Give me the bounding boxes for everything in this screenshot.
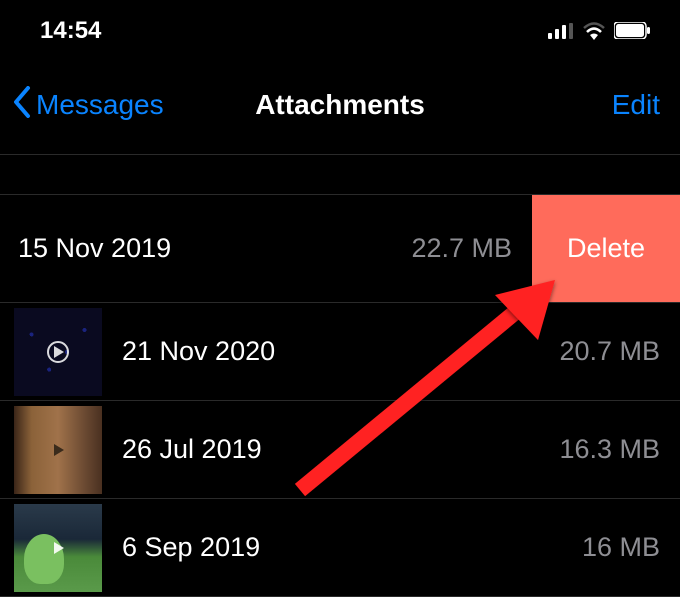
delete-button[interactable]: Delete <box>532 195 680 302</box>
attachment-size: 16.3 MB <box>559 434 660 465</box>
cellular-icon <box>548 23 574 39</box>
attachment-date: 6 Sep 2019 <box>122 532 562 563</box>
back-button[interactable]: Messages <box>12 86 164 124</box>
play-icon <box>48 440 68 460</box>
back-label: Messages <box>36 89 164 121</box>
attachment-row[interactable]: 26 Jul 2019 16.3 MB <box>0 401 680 499</box>
page-title: Attachments <box>255 89 425 121</box>
attachment-date: 26 Jul 2019 <box>122 434 539 465</box>
attachment-size: 20.7 MB <box>559 336 660 367</box>
status-bar: 14:54 <box>0 0 680 56</box>
attachment-row[interactable]: 6 Sep 2019 16 MB <box>0 499 680 597</box>
attachment-list: 21 Nov 2020 20.7 MB 26 Jul 2019 16.3 MB … <box>0 303 680 597</box>
attachment-thumbnail <box>14 406 102 494</box>
chevron-left-icon <box>12 86 32 124</box>
attachment-size: 22.7 MB <box>411 233 512 264</box>
battery-icon <box>614 22 650 39</box>
delete-label: Delete <box>567 233 645 264</box>
attachment-date: 15 Nov 2019 <box>18 233 171 264</box>
nav-bar: Messages Attachments Edit <box>0 56 680 155</box>
attachment-date: 21 Nov 2020 <box>122 336 539 367</box>
section-spacer <box>0 155 680 195</box>
status-time: 14:54 <box>40 17 101 45</box>
attachment-row[interactable]: 21 Nov 2020 20.7 MB <box>0 303 680 401</box>
attachment-size: 16 MB <box>582 532 660 563</box>
attachment-row-swiped[interactable]: 15 Nov 2019 22.7 MB Delete <box>0 195 680 303</box>
attachment-thumbnail <box>14 308 102 396</box>
play-icon <box>48 538 68 558</box>
attachment-thumbnail <box>14 504 102 592</box>
wifi-icon <box>582 22 606 40</box>
edit-button[interactable]: Edit <box>612 89 660 121</box>
attachment-row-content: 15 Nov 2019 22.7 MB <box>0 195 532 302</box>
play-icon <box>48 342 68 362</box>
status-icons <box>548 22 650 40</box>
